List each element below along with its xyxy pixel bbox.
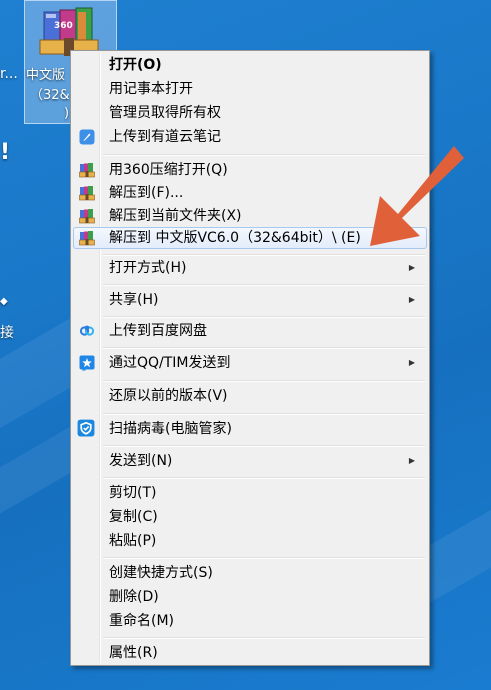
menu-item-label: 解压到 中文版VC6.0（32&64bit）\ (E) (109, 230, 361, 246)
menu-item-label: 解压到当前文件夹(X) (109, 208, 242, 224)
menu-separator (103, 413, 425, 415)
desktop-icon-label: （32& (30, 88, 70, 103)
menu-item-label: 剪切(T) (109, 485, 157, 501)
menu-item-send-via-qq-tim[interactable]: 通过QQ/TIM发送到 ▶ (73, 352, 427, 374)
menu-item-label: 复制(C) (109, 509, 158, 525)
menu-item-label: 打开方式(H) (109, 260, 187, 276)
desktop-icon-label: 中文版 (26, 68, 66, 83)
menu-item-label: 重命名(M) (109, 613, 175, 629)
submenu-arrow-icon: ▶ (408, 456, 415, 465)
menu-item-create-shortcut[interactable]: 创建快捷方式(S) (73, 562, 427, 584)
menu-item-open-with[interactable]: 打开方式(H) ▶ (73, 257, 427, 279)
menu-separator (103, 316, 425, 318)
menu-item-cut[interactable]: 剪切(T) (73, 482, 427, 504)
menu-item-label: 属性(R) (109, 645, 158, 661)
menu-item-label: 发送到(N) (109, 453, 173, 469)
annotation-arrow-icon (370, 146, 464, 246)
menu-item-rename[interactable]: 重命名(M) (73, 610, 427, 632)
menu-separator (103, 380, 425, 382)
menu-item-label: 上传到有道云笔记 (109, 129, 221, 145)
menu-item-label: 创建快捷方式(S) (109, 565, 213, 581)
svg-text:360: 360 (54, 21, 73, 31)
menu-item-share[interactable]: 共享(H) ▶ (73, 289, 427, 311)
desktop-edge-glyph: ! (0, 140, 11, 165)
compress-archive-icon (79, 231, 95, 246)
menu-item-properties[interactable]: 属性(R) (73, 642, 427, 664)
menu-item-open[interactable]: 打开(O) (73, 54, 427, 76)
qq-tim-icon (79, 355, 95, 371)
pc-manager-shield-icon (77, 419, 95, 437)
menu-item-label: 用360压缩打开(Q) (109, 162, 228, 178)
menu-separator (103, 284, 425, 286)
compress-archive-icon (79, 209, 95, 224)
menu-item-label: 扫描病毒(电脑管家) (109, 421, 232, 437)
menu-separator (103, 347, 425, 349)
menu-item-label: 上传到百度网盘 (109, 323, 207, 339)
menu-item-delete[interactable]: 删除(D) (73, 586, 427, 608)
desktop-edge-glyph: ◆ (0, 296, 8, 307)
menu-item-copy[interactable]: 复制(C) (73, 506, 427, 528)
submenu-arrow-icon: ▶ (408, 358, 415, 367)
compress-archive-icon (79, 163, 95, 178)
submenu-arrow-icon: ▶ (408, 263, 415, 272)
compress-archive-icon (79, 186, 95, 201)
submenu-arrow-icon: ▶ (408, 295, 415, 304)
menu-item-label: 粘贴(P) (109, 533, 157, 549)
menu-item-send-to[interactable]: 发送到(N) ▶ (73, 450, 427, 472)
menu-item-open-with-notepad[interactable]: 用记事本打开 (73, 78, 427, 100)
menu-item-label: 打开(O) (109, 57, 162, 73)
menu-item-take-ownership[interactable]: 管理员取得所有权 (73, 102, 427, 124)
menu-item-label: 还原以前的版本(V) (109, 388, 228, 404)
menu-separator (103, 445, 425, 447)
menu-item-upload-baidu-netdisk[interactable]: 上传到百度网盘 (73, 320, 427, 342)
menu-item-paste[interactable]: 粘贴(P) (73, 530, 427, 552)
menu-separator (103, 557, 425, 559)
desktop-icon-label: ) (64, 106, 70, 121)
desktop-edge-label: r... (0, 66, 18, 82)
desktop-edge-label: 接 (0, 325, 14, 341)
menu-item-label: 管理员取得所有权 (109, 105, 221, 121)
menu-separator (103, 477, 425, 479)
menu-item-label: 通过QQ/TIM发送到 (109, 355, 231, 371)
menu-item-restore-previous-versions[interactable]: 还原以前的版本(V) (73, 385, 427, 407)
menu-item-label: 解压到(F)... (109, 185, 184, 201)
menu-item-scan-virus[interactable]: 扫描病毒(电脑管家) (73, 418, 427, 440)
menu-separator (103, 637, 425, 639)
baidu-netdisk-icon (79, 325, 95, 336)
menu-item-label: 用记事本打开 (109, 81, 193, 97)
menu-item-label: 共享(H) (109, 292, 159, 308)
menu-item-label: 删除(D) (109, 589, 159, 605)
youdao-note-icon (79, 129, 95, 145)
